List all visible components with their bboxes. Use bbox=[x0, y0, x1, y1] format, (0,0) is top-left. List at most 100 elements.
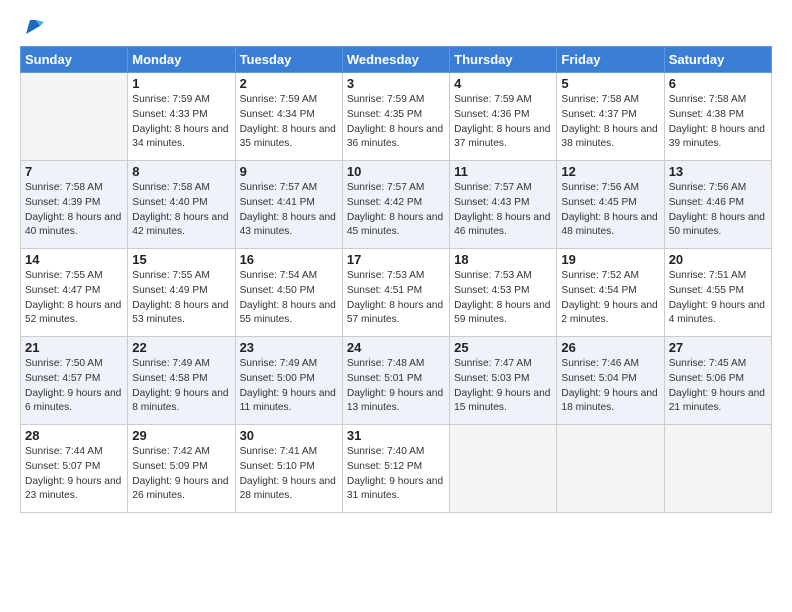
day-info: Sunrise: 7:56 AMSunset: 4:46 PMDaylight:… bbox=[669, 181, 767, 240]
week-row-0: 1Sunrise: 7:59 AMSunset: 4:33 PMDaylight… bbox=[21, 73, 772, 161]
day-info: Sunrise: 7:57 AMSunset: 4:41 PMDaylight:… bbox=[240, 181, 338, 240]
day-cell: 20 Sunrise: 7:51 AMSunset: 4:55 PMDayligh… bbox=[664, 249, 771, 337]
day-number: 19 bbox=[561, 252, 659, 267]
col-header-thursday: Thursday bbox=[450, 47, 557, 73]
day-cell: 16 Sunrise: 7:54 AMSunset: 4:50 PMDayligh… bbox=[235, 249, 342, 337]
day-info: Sunrise: 7:55 AMSunset: 4:49 PMDaylight:… bbox=[132, 269, 230, 328]
page: SundayMondayTuesdayWednesdayThursdayFrid… bbox=[0, 0, 792, 612]
day-info: Sunrise: 7:49 AMSunset: 5:00 PMDaylight:… bbox=[240, 357, 338, 416]
day-cell: 7Sunrise: 7:58 AMSunset: 4:39 PMDaylight… bbox=[21, 161, 128, 249]
day-cell: 1Sunrise: 7:59 AMSunset: 4:33 PMDaylight… bbox=[128, 73, 235, 161]
col-header-tuesday: Tuesday bbox=[235, 47, 342, 73]
week-row-3: 21 Sunrise: 7:50 AMSunset: 4:57 PMDayligh… bbox=[21, 337, 772, 425]
day-info: Sunrise: 7:53 AMSunset: 4:51 PMDaylight:… bbox=[347, 269, 445, 328]
day-cell: 14 Sunrise: 7:55 AMSunset: 4:47 PMDayligh… bbox=[21, 249, 128, 337]
day-cell: 10 Sunrise: 7:57 AMSunset: 4:42 PMDayligh… bbox=[342, 161, 449, 249]
day-number: 9 bbox=[240, 164, 338, 179]
day-cell: 22 Sunrise: 7:49 AMSunset: 4:58 PMDayligh… bbox=[128, 337, 235, 425]
day-info: Sunrise: 7:50 AMSunset: 4:57 PMDaylight:… bbox=[25, 357, 123, 416]
day-cell: 24 Sunrise: 7:48 AMSunset: 5:01 PMDayligh… bbox=[342, 337, 449, 425]
day-cell: 28 Sunrise: 7:44 AMSunset: 5:07 PMDayligh… bbox=[21, 425, 128, 513]
day-cell: 13 Sunrise: 7:56 AMSunset: 4:46 PMDayligh… bbox=[664, 161, 771, 249]
day-cell: 3Sunrise: 7:59 AMSunset: 4:35 PMDaylight… bbox=[342, 73, 449, 161]
day-cell: 9 Sunrise: 7:57 AMSunset: 4:41 PMDaylight… bbox=[235, 161, 342, 249]
day-number: 21 bbox=[25, 340, 123, 355]
day-cell bbox=[557, 425, 664, 513]
day-info: Sunrise: 7:53 AMSunset: 4:53 PMDaylight:… bbox=[454, 269, 552, 328]
day-info: Sunrise: 7:42 AMSunset: 5:09 PMDaylight:… bbox=[132, 445, 230, 504]
day-info: Sunrise: 7:44 AMSunset: 5:07 PMDaylight:… bbox=[25, 445, 123, 504]
day-info: Sunrise: 7:52 AMSunset: 4:54 PMDaylight:… bbox=[561, 269, 659, 328]
day-number: 22 bbox=[132, 340, 230, 355]
day-info: Sunrise: 7:49 AMSunset: 4:58 PMDaylight:… bbox=[132, 357, 230, 416]
day-number: 17 bbox=[347, 252, 445, 267]
day-cell: 25Sunrise: 7:47 AMSunset: 5:03 PMDayligh… bbox=[450, 337, 557, 425]
day-number: 13 bbox=[669, 164, 767, 179]
day-cell: 18 Sunrise: 7:53 AMSunset: 4:53 PMDayligh… bbox=[450, 249, 557, 337]
day-cell: 27 Sunrise: 7:45 AMSunset: 5:06 PMDayligh… bbox=[664, 337, 771, 425]
day-number: 18 bbox=[454, 252, 552, 267]
day-info: Sunrise: 7:45 AMSunset: 5:06 PMDaylight:… bbox=[669, 357, 767, 416]
day-cell bbox=[21, 73, 128, 161]
day-info: Sunrise: 7:59 AMSunset: 4:35 PMDaylight:… bbox=[347, 93, 445, 152]
day-cell: 12Sunrise: 7:56 AMSunset: 4:45 PMDayligh… bbox=[557, 161, 664, 249]
day-info: Sunrise: 7:48 AMSunset: 5:01 PMDaylight:… bbox=[347, 357, 445, 416]
day-number: 24 bbox=[347, 340, 445, 355]
day-info: Sunrise: 7:57 AMSunset: 4:42 PMDaylight:… bbox=[347, 181, 445, 240]
day-number: 7 bbox=[25, 164, 123, 179]
col-header-friday: Friday bbox=[557, 47, 664, 73]
day-info: Sunrise: 7:55 AMSunset: 4:47 PMDaylight:… bbox=[25, 269, 123, 328]
day-cell: 23 Sunrise: 7:49 AMSunset: 5:00 PMDayligh… bbox=[235, 337, 342, 425]
day-info: Sunrise: 7:46 AMSunset: 5:04 PMDaylight:… bbox=[561, 357, 659, 416]
day-number: 28 bbox=[25, 428, 123, 443]
col-header-sunday: Sunday bbox=[21, 47, 128, 73]
day-cell: 4 Sunrise: 7:59 AMSunset: 4:36 PMDaylight… bbox=[450, 73, 557, 161]
col-header-monday: Monday bbox=[128, 47, 235, 73]
day-cell: 5Sunrise: 7:58 AMSunset: 4:37 PMDaylight… bbox=[557, 73, 664, 161]
day-cell bbox=[664, 425, 771, 513]
day-cell: 17 Sunrise: 7:53 AMSunset: 4:51 PMDayligh… bbox=[342, 249, 449, 337]
day-cell: 31Sunrise: 7:40 AMSunset: 5:12 PMDayligh… bbox=[342, 425, 449, 513]
day-info: Sunrise: 7:41 AMSunset: 5:10 PMDaylight:… bbox=[240, 445, 338, 504]
week-row-1: 7Sunrise: 7:58 AMSunset: 4:39 PMDaylight… bbox=[21, 161, 772, 249]
day-number: 16 bbox=[240, 252, 338, 267]
day-number: 2 bbox=[240, 76, 338, 91]
logo-icon bbox=[22, 16, 44, 38]
day-cell bbox=[450, 425, 557, 513]
day-info: Sunrise: 7:57 AMSunset: 4:43 PMDaylight:… bbox=[454, 181, 552, 240]
day-info: Sunrise: 7:51 AMSunset: 4:55 PMDaylight:… bbox=[669, 269, 767, 328]
day-info: Sunrise: 7:54 AMSunset: 4:50 PMDaylight:… bbox=[240, 269, 338, 328]
day-cell: 26Sunrise: 7:46 AMSunset: 5:04 PMDayligh… bbox=[557, 337, 664, 425]
calendar-table: SundayMondayTuesdayWednesdayThursdayFrid… bbox=[20, 46, 772, 513]
day-number: 20 bbox=[669, 252, 767, 267]
day-number: 23 bbox=[240, 340, 338, 355]
day-number: 4 bbox=[454, 76, 552, 91]
col-header-saturday: Saturday bbox=[664, 47, 771, 73]
day-number: 5 bbox=[561, 76, 659, 91]
col-header-wednesday: Wednesday bbox=[342, 47, 449, 73]
day-cell: 6Sunrise: 7:58 AMSunset: 4:38 PMDaylight… bbox=[664, 73, 771, 161]
day-cell: 15 Sunrise: 7:55 AMSunset: 4:49 PMDayligh… bbox=[128, 249, 235, 337]
day-info: Sunrise: 7:56 AMSunset: 4:45 PMDaylight:… bbox=[561, 181, 659, 240]
day-info: Sunrise: 7:58 AMSunset: 4:38 PMDaylight:… bbox=[669, 93, 767, 152]
week-row-4: 28 Sunrise: 7:44 AMSunset: 5:07 PMDayligh… bbox=[21, 425, 772, 513]
logo bbox=[20, 16, 44, 36]
day-number: 29 bbox=[132, 428, 230, 443]
day-info: Sunrise: 7:59 AMSunset: 4:36 PMDaylight:… bbox=[454, 93, 552, 152]
day-cell: 2 Sunrise: 7:59 AMSunset: 4:34 PMDaylight… bbox=[235, 73, 342, 161]
day-cell: 29 Sunrise: 7:42 AMSunset: 5:09 PMDayligh… bbox=[128, 425, 235, 513]
day-number: 10 bbox=[347, 164, 445, 179]
day-number: 14 bbox=[25, 252, 123, 267]
day-number: 27 bbox=[669, 340, 767, 355]
day-info: Sunrise: 7:59 AMSunset: 4:34 PMDaylight:… bbox=[240, 93, 338, 152]
day-number: 15 bbox=[132, 252, 230, 267]
day-cell: 11 Sunrise: 7:57 AMSunset: 4:43 PMDayligh… bbox=[450, 161, 557, 249]
day-number: 11 bbox=[454, 164, 552, 179]
day-number: 8 bbox=[132, 164, 230, 179]
header bbox=[20, 16, 772, 36]
header-row: SundayMondayTuesdayWednesdayThursdayFrid… bbox=[21, 47, 772, 73]
day-info: Sunrise: 7:58 AMSunset: 4:40 PMDaylight:… bbox=[132, 181, 230, 240]
day-cell: 8 Sunrise: 7:58 AMSunset: 4:40 PMDaylight… bbox=[128, 161, 235, 249]
day-cell: 21 Sunrise: 7:50 AMSunset: 4:57 PMDayligh… bbox=[21, 337, 128, 425]
day-number: 25 bbox=[454, 340, 552, 355]
